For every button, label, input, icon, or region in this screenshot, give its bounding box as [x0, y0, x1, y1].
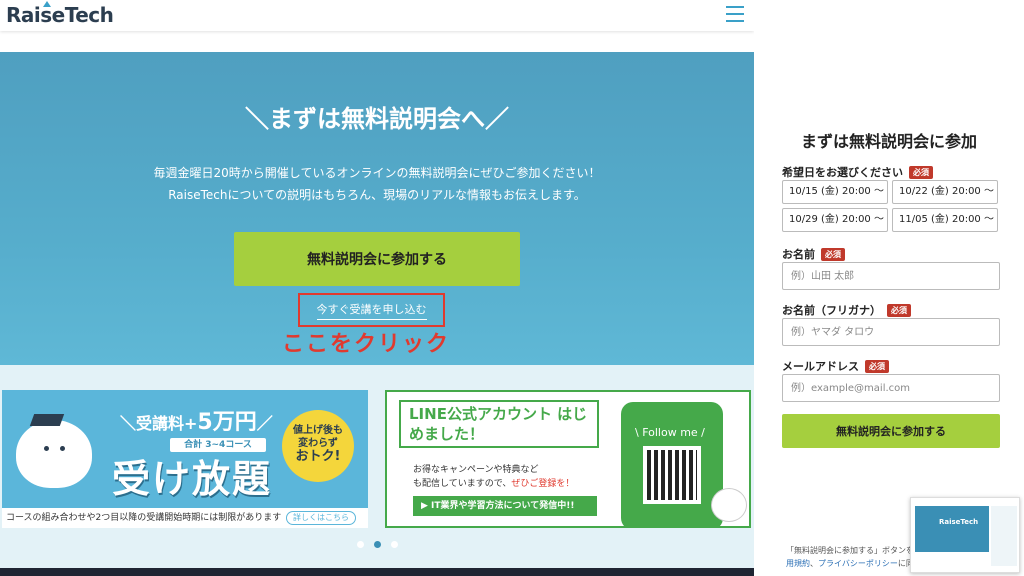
- date-option-2[interactable]: 10/22 (金) 20:00 〜: [892, 180, 998, 204]
- qr-code-icon: [643, 446, 701, 504]
- follow-me-text: \ Follow me /: [635, 426, 705, 439]
- value-badge: 値上げ後も 変わらず おトク!: [282, 410, 354, 482]
- privacy-policy-link[interactable]: プライバシーポリシー: [818, 559, 898, 568]
- hero-section: ＼まずは無料説明会へ／ 毎週金曜日20時から開催しているオンラインの無料説明会に…: [0, 52, 754, 365]
- email-input[interactable]: [782, 374, 1000, 402]
- carousel-dot[interactable]: [390, 541, 398, 548]
- apply-now-link[interactable]: 今すぐ受講を申し込む: [316, 301, 427, 320]
- main-content: RaiseTech ＼まずは無料説明会へ／ 毎週金曜日20時から開催しているオン…: [0, 0, 754, 576]
- submit-button[interactable]: 無料説明会に参加する: [782, 414, 1000, 448]
- hero-description-line2: RaiseTechについての説明はもちろん、現場のリアルな情報もお伝えします。: [168, 188, 586, 202]
- signup-form-panel: まずは無料説明会に参加 希望日をお選びください 必須 10/15 (金) 20:0…: [754, 0, 1024, 576]
- carousel-dot[interactable]: [356, 541, 364, 548]
- email-label: メールアドレス 必須: [782, 358, 889, 374]
- page: RaiseTech ＼まずは無料説明会へ／ 毎週金曜日20時から開催しているオン…: [0, 0, 1024, 576]
- apply-now-link-highlight[interactable]: 今すぐ受講を申し込む: [298, 293, 445, 327]
- banner-footnote: コースの組み合わせや2つ目以降の受講開始時期には制限があります 詳しくはこちら: [2, 508, 368, 528]
- carousel-dot-active[interactable]: [373, 541, 381, 548]
- name-input[interactable]: [782, 262, 1000, 290]
- unlimited-courses-banner[interactable]: ＼受講料+5万円／ 合計 3~4コース 受け放題 値上げ後も 変わらず おトク!…: [2, 390, 368, 528]
- date-option-1[interactable]: 10/15 (金) 20:00 〜: [782, 180, 888, 204]
- hero-description-line1: 毎週金曜日20時から開催しているオンラインの無料説明会にぜひご参加ください！: [153, 166, 601, 180]
- form-title: まずは無料説明会に参加: [800, 132, 977, 151]
- top-nav-bar: RaiseTech: [0, 0, 754, 31]
- carousel-dots: [0, 541, 754, 548]
- date-option-3[interactable]: 10/29 (金) 20:00 〜: [782, 208, 888, 232]
- graduation-cap-icon: [29, 414, 65, 426]
- line-banner-pill: ▶ IT業界や学習方法について発信中!!: [413, 496, 597, 516]
- page-preview-thumbnail[interactable]: RaiseTech: [910, 497, 1020, 573]
- details-link[interactable]: 詳しくはこちら: [286, 511, 356, 525]
- required-badge: 必須: [865, 359, 889, 373]
- banner-carousel: ＼受講料+5万円／ 合計 3~4コース 受け放題 値上げ後も 変わらず おトク!…: [0, 365, 754, 568]
- seal-mascot-icon: [16, 420, 92, 488]
- banner-headline: 受け放題: [112, 457, 273, 501]
- logo-triangle-icon: [43, 1, 51, 7]
- footer-bar: [0, 568, 754, 576]
- name-label: お名前 必須: [782, 246, 845, 262]
- join-seminar-button[interactable]: 無料説明会に参加する: [234, 232, 520, 286]
- banner-price: ＼受講料+5万円／: [120, 410, 273, 435]
- line-banner-text2: も配信していますので、ぜひご登録を！: [413, 479, 575, 489]
- line-account-banner[interactable]: LINE公式アカウント はじめました！ お得なキャンペーンや特典など も配信して…: [385, 390, 751, 528]
- kana-label: お名前（フリガナ） 必須: [782, 302, 911, 318]
- terms-link[interactable]: 用規約: [786, 559, 810, 568]
- raisetech-logo[interactable]: RaiseTech: [6, 1, 114, 27]
- date-label: 希望日をお選びください 必須: [782, 164, 933, 180]
- hero-title: ＼まずは無料説明会へ／: [245, 105, 509, 133]
- click-here-annotation: ここをクリック: [282, 332, 451, 357]
- line-banner-title: LINE公式アカウント はじめました！: [399, 400, 599, 448]
- required-badge: 必須: [821, 247, 845, 261]
- kana-input[interactable]: [782, 318, 1000, 346]
- date-option-4[interactable]: 11/05 (金) 20:00 〜: [892, 208, 998, 232]
- mascot-icon: [711, 488, 747, 522]
- hamburger-menu-icon[interactable]: [726, 6, 744, 22]
- thumbnail-logo: RaiseTech: [939, 518, 979, 526]
- required-badge: 必須: [887, 303, 911, 317]
- line-banner-text1: お得なキャンペーンや特典など: [413, 465, 539, 475]
- required-badge: 必須: [909, 165, 933, 179]
